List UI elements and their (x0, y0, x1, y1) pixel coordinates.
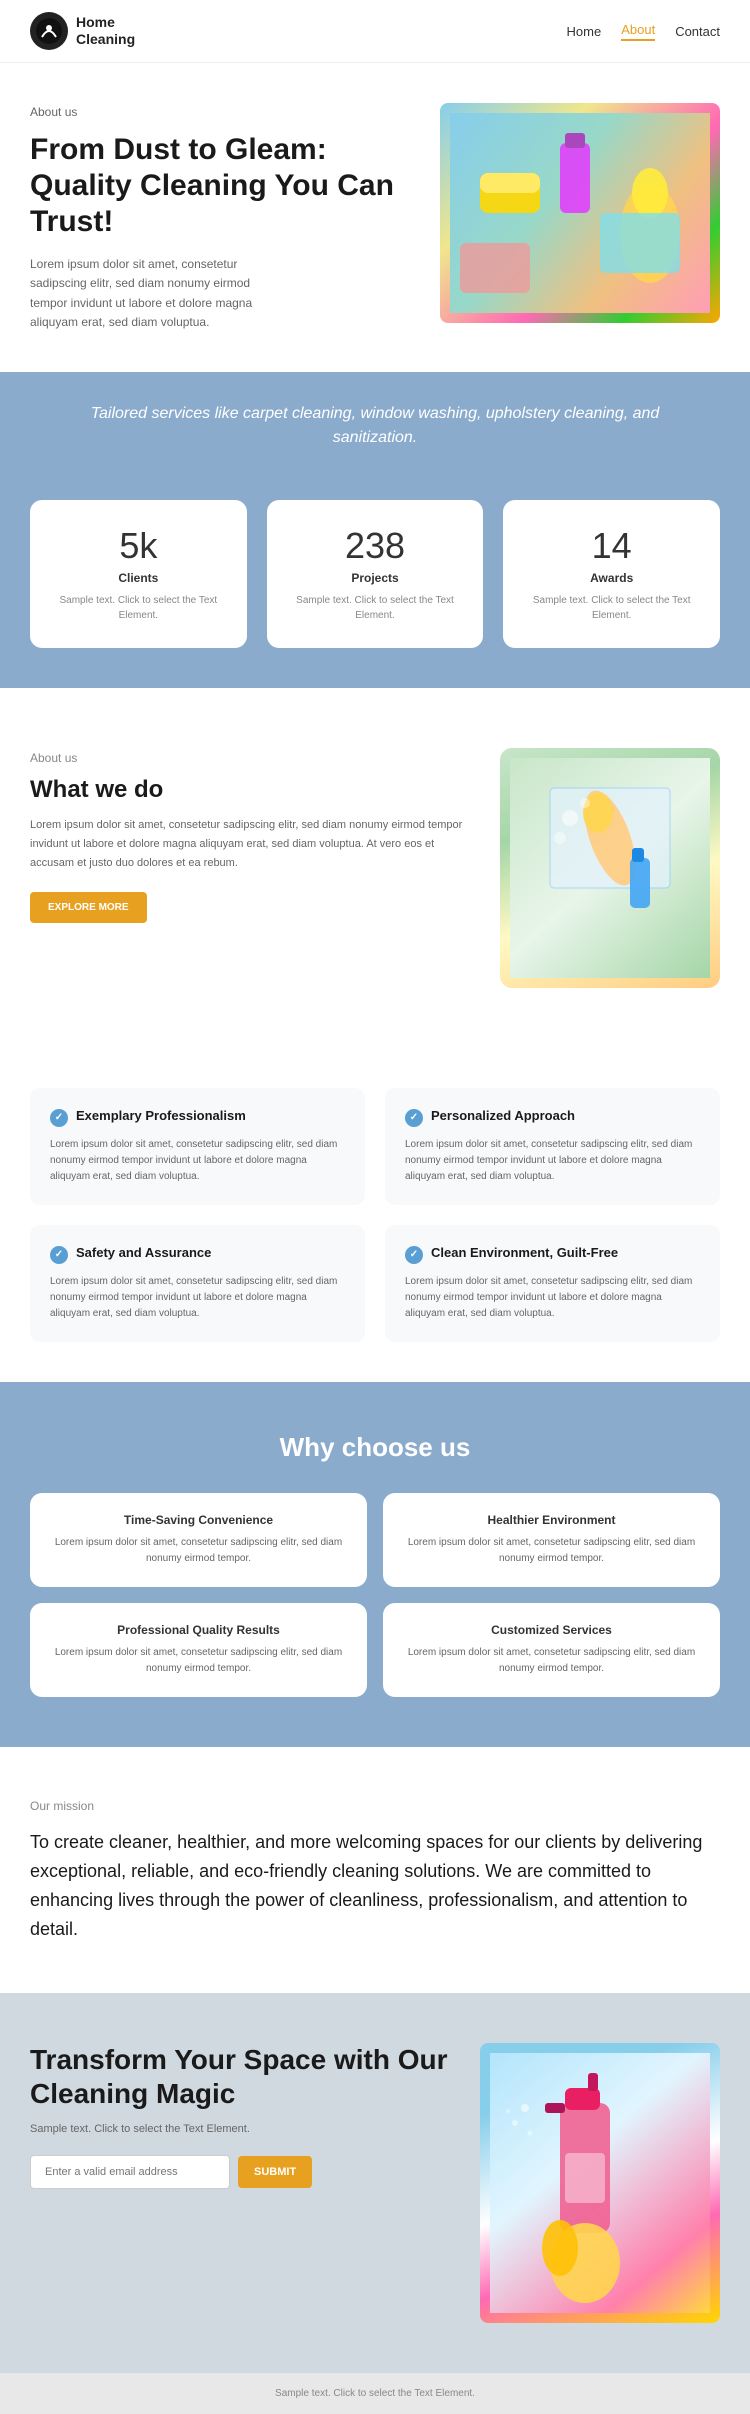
stat-label-projects: Projects (287, 571, 464, 585)
hero-image-placeholder (440, 103, 720, 323)
hero-heading: From Dust to Gleam: Quality Cleaning You… (30, 132, 420, 240)
logo-text: HomeCleaning (76, 14, 135, 48)
why-card-title-2: Professional Quality Results (50, 1623, 347, 1637)
feature-title-0: ✓ Exemplary Professionalism (50, 1108, 345, 1127)
stat-desc-clients: Sample text. Click to select the Text El… (50, 593, 227, 623)
stat-card-clients: 5k Clients Sample text. Click to select … (30, 500, 247, 648)
hero-about-label: About us (30, 103, 270, 122)
logo: HomeCleaning (30, 12, 135, 50)
check-icon-2: ✓ (50, 1246, 68, 1264)
cta-content: Transform Your Space with Our Cleaning M… (30, 2043, 460, 2188)
hero-description: Lorem ipsum dolor sit amet, consetetur s… (30, 255, 270, 332)
hero-content: About us From Dust to Gleam: Quality Cle… (30, 103, 420, 332)
nav-about[interactable]: About (621, 22, 655, 41)
why-card-desc-0: Lorem ipsum dolor sit amet, consetetur s… (50, 1535, 347, 1567)
why-card-desc-3: Lorem ipsum dolor sit amet, consetetur s… (403, 1645, 700, 1677)
stat-desc-awards: Sample text. Click to select the Text El… (523, 593, 700, 623)
nav-contact[interactable]: Contact (675, 24, 720, 39)
cta-form: SUBMIT (30, 2155, 460, 2189)
feature-card-0: ✓ Exemplary Professionalism Lorem ipsum … (30, 1088, 365, 1205)
stat-number-projects: 238 (287, 525, 464, 567)
services-banner-text: Tailored services like carpet cleaning, … (60, 402, 690, 450)
why-choose-heading: Why choose us (30, 1432, 720, 1463)
why-card-3: Customized Services Lorem ipsum dolor si… (383, 1603, 720, 1697)
footer: Sample text. Click to select the Text El… (0, 2373, 750, 2414)
cta-image (480, 2043, 720, 2323)
header: HomeCleaning Home About Contact (0, 0, 750, 63)
feature-title-3: ✓ Clean Environment, Guilt-Free (405, 1245, 700, 1264)
feature-card-1: ✓ Personalized Approach Lorem ipsum dolo… (385, 1088, 720, 1205)
mission-label: Our mission (30, 1797, 720, 1816)
what-we-do-heading: What we do (30, 776, 470, 804)
why-card-title-3: Customized Services (403, 1623, 700, 1637)
why-card-title-1: Healthier Environment (403, 1513, 700, 1527)
logo-icon (30, 12, 68, 50)
main-nav: Home About Contact (567, 22, 720, 41)
feature-desc-3: Lorem ipsum dolor sit amet, consetetur s… (405, 1274, 700, 1322)
stat-label-clients: Clients (50, 571, 227, 585)
why-choose-section: Why choose us Time-Saving Convenience Lo… (0, 1382, 750, 1747)
stat-number-awards: 14 (523, 525, 700, 567)
nav-home[interactable]: Home (567, 24, 602, 39)
hero-section: About us From Dust to Gleam: Quality Cle… (0, 63, 750, 372)
services-banner: Tailored services like carpet cleaning, … (0, 372, 750, 480)
email-input[interactable] (30, 2155, 230, 2189)
why-card-1: Healthier Environment Lorem ipsum dolor … (383, 1493, 720, 1587)
why-choose-grid: Time-Saving Convenience Lorem ipsum dolo… (30, 1493, 720, 1697)
stat-desc-projects: Sample text. Click to select the Text El… (287, 593, 464, 623)
cta-heading: Transform Your Space with Our Cleaning M… (30, 2043, 460, 2110)
feature-desc-2: Lorem ipsum dolor sit amet, consetetur s… (50, 1274, 345, 1322)
why-card-2: Professional Quality Results Lorem ipsum… (30, 1603, 367, 1697)
why-card-desc-2: Lorem ipsum dolor sit amet, consetetur s… (50, 1645, 347, 1677)
stats-grid: 5k Clients Sample text. Click to select … (30, 500, 720, 648)
what-we-do-content: About us What we do Lorem ipsum dolor si… (30, 748, 470, 923)
feature-title-2: ✓ Safety and Assurance (50, 1245, 345, 1264)
stat-card-projects: 238 Projects Sample text. Click to selec… (267, 500, 484, 648)
stats-section: 5k Clients Sample text. Click to select … (0, 480, 750, 688)
submit-button[interactable]: SUBMIT (238, 2156, 312, 2188)
why-card-title-0: Time-Saving Convenience (50, 1513, 347, 1527)
what-we-do-image-placeholder (500, 748, 720, 988)
features-grid: ✓ Exemplary Professionalism Lorem ipsum … (30, 1088, 720, 1342)
cta-image-placeholder (480, 2043, 720, 2323)
footer-sample-text: Sample text. Click to select the Text El… (30, 2388, 720, 2399)
what-we-do-image (500, 748, 720, 988)
feature-desc-1: Lorem ipsum dolor sit amet, consetetur s… (405, 1137, 700, 1185)
stat-label-awards: Awards (523, 571, 700, 585)
what-we-do-section: About us What we do Lorem ipsum dolor si… (0, 688, 750, 1048)
mission-text: To create cleaner, healthier, and more w… (30, 1828, 720, 1943)
what-we-do-about-label: About us (30, 748, 470, 768)
feature-desc-0: Lorem ipsum dolor sit amet, consetetur s… (50, 1137, 345, 1185)
stat-card-awards: 14 Awards Sample text. Click to select t… (503, 500, 720, 648)
check-icon-0: ✓ (50, 1109, 68, 1127)
features-section: ✓ Exemplary Professionalism Lorem ipsum … (0, 1048, 750, 1382)
mission-section: Our mission To create cleaner, healthier… (0, 1747, 750, 1993)
feature-card-3: ✓ Clean Environment, Guilt-Free Lorem ip… (385, 1225, 720, 1342)
check-icon-3: ✓ (405, 1246, 423, 1264)
why-card-0: Time-Saving Convenience Lorem ipsum dolo… (30, 1493, 367, 1587)
stat-number-clients: 5k (50, 525, 227, 567)
cta-section: Transform Your Space with Our Cleaning M… (0, 1993, 750, 2373)
cta-sample-text: Sample text. Click to select the Text El… (30, 2123, 460, 2135)
why-card-desc-1: Lorem ipsum dolor sit amet, consetetur s… (403, 1535, 700, 1567)
what-we-do-description: Lorem ipsum dolor sit amet, consetetur s… (30, 816, 470, 872)
hero-image (440, 103, 720, 323)
feature-title-1: ✓ Personalized Approach (405, 1108, 700, 1127)
check-icon-1: ✓ (405, 1109, 423, 1127)
feature-card-2: ✓ Safety and Assurance Lorem ipsum dolor… (30, 1225, 365, 1342)
explore-more-button[interactable]: EXPLORE MORE (30, 892, 147, 923)
